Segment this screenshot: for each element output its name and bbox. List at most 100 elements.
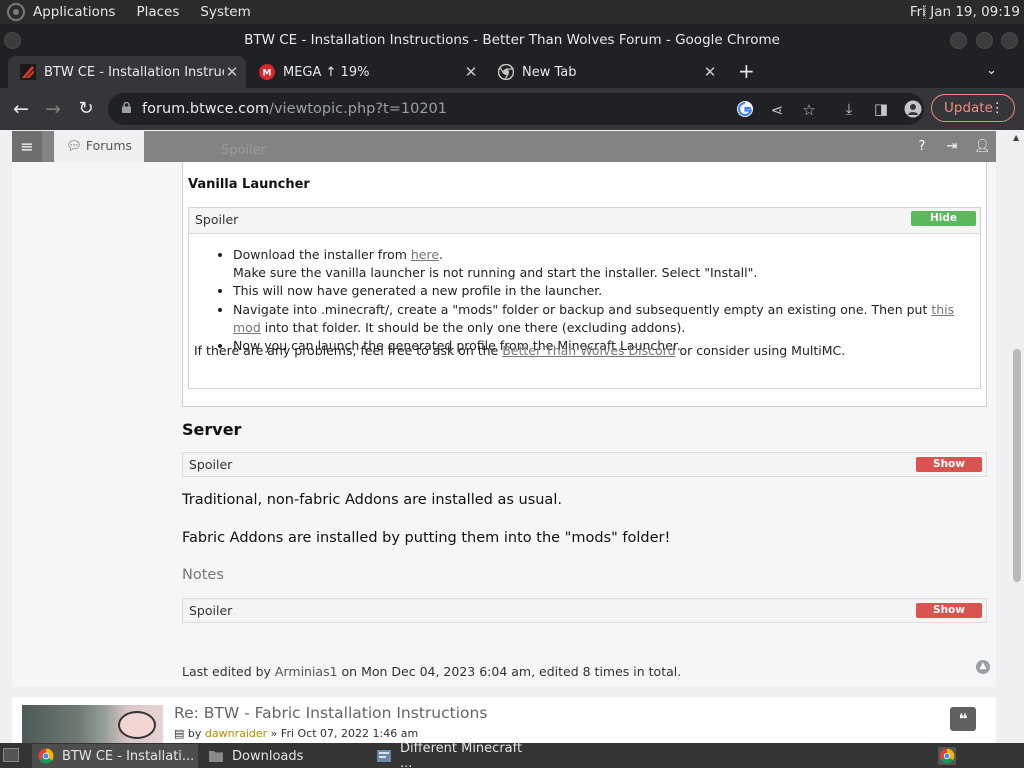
scrolled-spoiler-ghost: Spoiler: [221, 143, 267, 158]
taskbar-item-minecraft[interactable]: Different Minecraft ...: [370, 741, 536, 768]
lock-icon[interactable]: [122, 102, 131, 113]
spoiler-header[interactable]: Spoiler: [189, 208, 980, 234]
quote-button[interactable]: ❝: [950, 707, 976, 731]
spoiler-label: Spoiler: [195, 212, 239, 227]
close-window-button[interactable]: [1001, 32, 1018, 49]
bookmark-star-icon[interactable]: ☆: [800, 101, 818, 119]
scroll-thumb[interactable]: [1013, 349, 1021, 582]
vanilla-spoiler: Spoiler Hide Download the installer from…: [188, 207, 981, 389]
url-host: forum.btwce.com: [142, 101, 270, 117]
url-text[interactable]: forum.btwce.com/viewtopic.php?t=10201: [142, 101, 447, 117]
tab-search-chevron-icon[interactable]: ⌄: [986, 63, 997, 78]
list-item: Navigate into .minecraft/, create a "mod…: [233, 301, 973, 337]
edited-author-link[interactable]: Arminias1: [275, 664, 338, 679]
close-tab-icon[interactable]: ✕: [224, 63, 240, 81]
forward-arrow-icon[interactable]: →: [40, 96, 66, 122]
system-menu[interactable]: System: [200, 4, 250, 20]
update-button[interactable]: Update ⋮: [931, 94, 1015, 122]
side-panel-icon[interactable]: ◨: [872, 100, 890, 118]
places-menu[interactable]: Places: [136, 4, 179, 20]
post-icon: ▤: [174, 727, 188, 740]
share-icon[interactable]: ⋖: [768, 101, 786, 119]
more-menu-icon[interactable]: ⋮: [991, 95, 1005, 121]
installation-block: Vanilla Launcher Spoiler Hide Download t…: [182, 162, 987, 407]
tab-btw-ce[interactable]: BTW CE - Installation Instructions ✕: [8, 56, 246, 88]
reply-title-link[interactable]: Re: BTW - Fabric Installation Instructio…: [174, 704, 487, 722]
show-button[interactable]: Show: [916, 457, 982, 472]
notes-heading: Notes: [182, 567, 224, 583]
chrome-icon: [38, 748, 54, 764]
close-tab-icon[interactable]: ✕: [702, 63, 718, 81]
applications-menu[interactable]: Applications: [33, 4, 115, 20]
download-icon[interactable]: ⤓: [840, 100, 858, 118]
reload-icon[interactable]: ↻: [73, 96, 99, 122]
page-scrollbar[interactable]: ▲: [1010, 131, 1024, 743]
maximize-button[interactable]: [976, 32, 993, 49]
reply-meta: ▤ by dawnraider » Fri Oct 07, 2022 1:46 …: [174, 727, 418, 740]
tab-title: BTW CE - Installation Instructions: [44, 64, 224, 80]
step-text: Navigate into .minecraft/, create a "mod…: [233, 301, 932, 317]
scroll-up-arrow-icon[interactable]: ▲: [1013, 133, 1019, 142]
reply-date: » Fri Oct 07, 2022 1:46 am: [267, 727, 419, 740]
forums-label: Forums: [85, 138, 133, 153]
forums-tab[interactable]: 💬︎ Forums: [54, 131, 145, 162]
new-tab-plus-icon[interactable]: +: [738, 59, 755, 83]
reply-post: Re: BTW - Fabric Installation Instructio…: [12, 697, 996, 743]
browser-toolbar: ← → ↻ forum.btwce.com/viewtopic.php?t=10…: [0, 88, 1024, 130]
window-title: BTW CE - Installation Instructions - Bet…: [244, 32, 780, 48]
profile-avatar-icon[interactable]: [904, 100, 922, 118]
document-viewer-icon: [377, 750, 391, 762]
edited-text: on Mon Dec 04, 2023 6:04 am, edited 8 ti…: [337, 664, 682, 679]
tab-new-tab[interactable]: New Tab ✕: [490, 56, 724, 88]
meta-text: by: [187, 727, 205, 740]
show-desktop-icon[interactable]: [3, 748, 19, 762]
server-spoiler[interactable]: Spoiler Show: [182, 452, 987, 477]
gnome-foot-icon[interactable]: [7, 3, 25, 21]
edited-note: Last edited by Arminias1 on Mon Dec 04, …: [182, 664, 681, 679]
close-tab-icon[interactable]: ✕: [463, 63, 479, 81]
hide-button[interactable]: Hide: [911, 211, 976, 226]
server-heading: Server: [182, 420, 242, 439]
spoiler-label: Spoiler: [189, 603, 233, 618]
tray-chrome-icon[interactable]: [938, 747, 956, 765]
back-arrow-icon[interactable]: ←: [8, 96, 34, 122]
reply-author-link[interactable]: dawnraider: [205, 727, 267, 740]
clock[interactable]: Fri Jan 19, 09:19: [910, 4, 1020, 20]
note-text: or consider using MultiMC.: [675, 343, 846, 358]
minimize-button[interactable]: [950, 32, 967, 49]
vanilla-steps-list: Download the installer from here. Make su…: [233, 246, 973, 355]
here-link[interactable]: here: [411, 247, 439, 262]
window-titlebar: BTW CE - Installation Instructions - Bet…: [0, 24, 1024, 56]
back-to-top-icon[interactable]: ▲: [976, 660, 990, 674]
login-icon[interactable]: ⇥: [944, 139, 960, 155]
discord-link[interactable]: Better Than Wolves Discord: [502, 343, 675, 358]
step-text: into that folder. It should be the only …: [260, 319, 686, 335]
help-icon[interactable]: ?: [914, 139, 930, 155]
avatar: [22, 705, 163, 743]
notes-spoiler[interactable]: Spoiler Show: [182, 598, 987, 623]
address-bar[interactable]: forum.btwce.com/viewtopic.php?t=10201 ⋖ …: [108, 93, 924, 125]
chrome-favicon-icon: [498, 64, 514, 80]
vanilla-launcher-heading: Vanilla Launcher: [188, 177, 310, 192]
post-body: Vanilla Launcher Spoiler Hide Download t…: [12, 162, 996, 687]
hamburger-menu-icon[interactable]: ≡: [12, 131, 42, 162]
taskbar-item-downloads[interactable]: Downloads: [202, 744, 366, 768]
tab-mega[interactable]: M MEGA ↑ 19% ✕: [251, 56, 485, 88]
chat-bubble-icon: 💬︎: [66, 138, 82, 153]
edited-text: Last edited by: [182, 664, 275, 679]
taskbar-item-label: Downloads: [232, 748, 304, 764]
url-path: /viewtopic.php?t=10201: [269, 101, 447, 117]
window-menu-button[interactable]: [4, 32, 21, 49]
taskbar-item-chrome[interactable]: BTW CE - Installati...: [32, 744, 198, 768]
step-text: Download the installer from: [233, 247, 411, 262]
step-text: .: [439, 247, 444, 262]
register-icon[interactable]: 👤︎: [974, 139, 991, 155]
problems-note: If there are any problems, feel free to …: [194, 343, 845, 358]
step-text: Make sure the vanilla launcher is not ru…: [233, 265, 758, 281]
note-text: If there are any problems, feel free to …: [194, 343, 503, 358]
desktop-top-panel: Applications Places System Fri Jan 19, 0…: [0, 0, 1024, 24]
google-lens-icon[interactable]: [736, 100, 754, 118]
fabric-addons-text: Fabric Addons are installed by putting t…: [182, 530, 671, 546]
show-button[interactable]: Show: [916, 603, 982, 618]
tab-strip: BTW CE - Installation Instructions ✕ M M…: [0, 56, 1024, 88]
